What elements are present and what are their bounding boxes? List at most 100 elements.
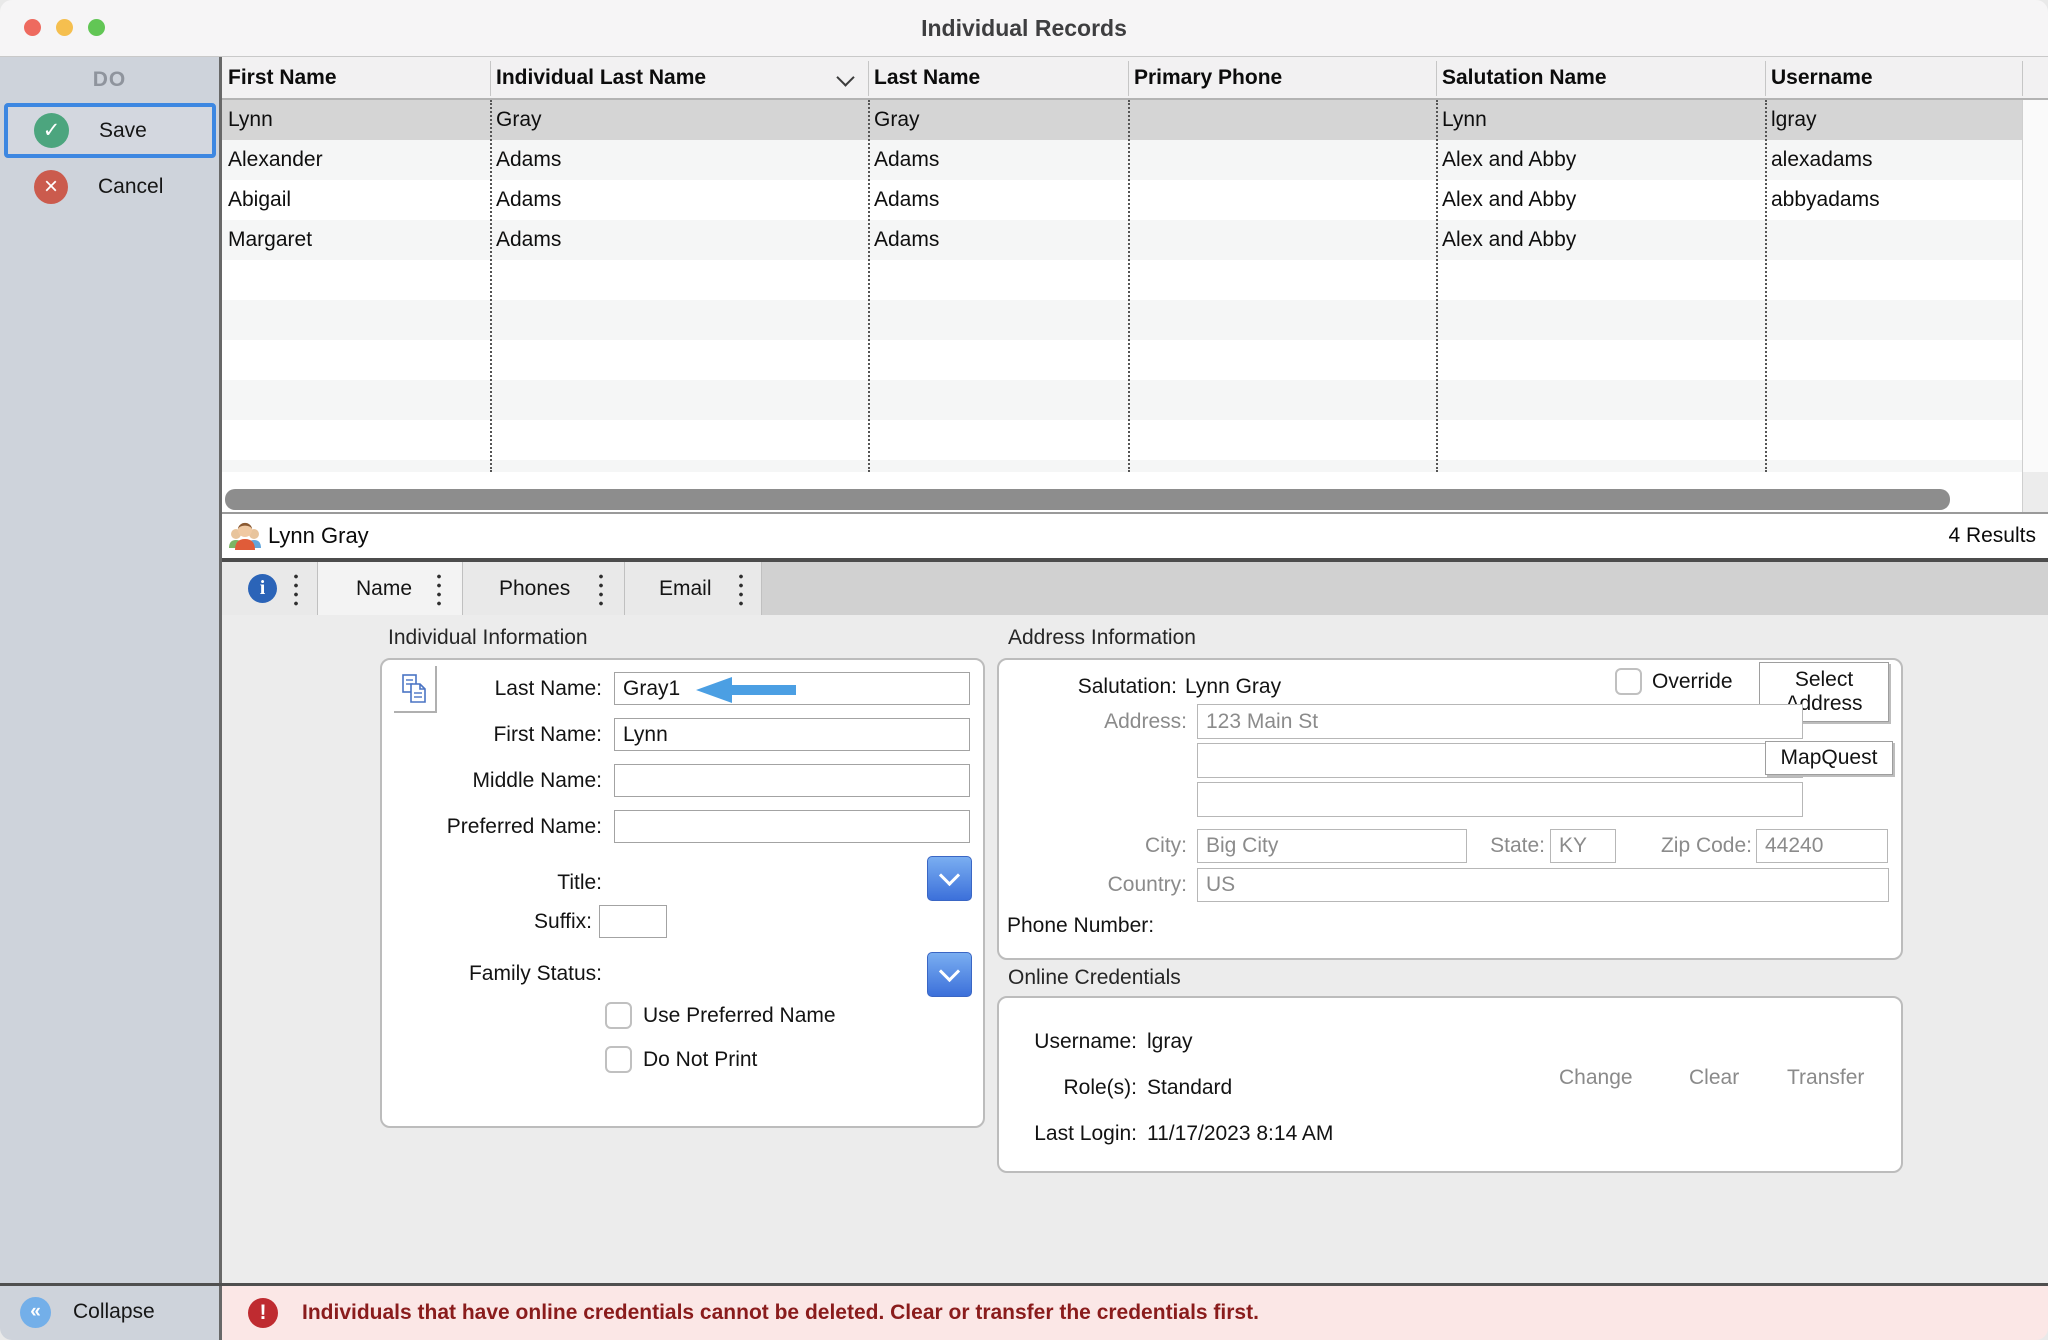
collapse-button-label: Collapse xyxy=(73,1300,155,1324)
roles-label: Role(s): xyxy=(999,1076,1137,1100)
cell-first-name: Lynn xyxy=(228,100,273,140)
preferred-name-label: Preferred Name: xyxy=(392,810,602,843)
vertical-scrollbar-track[interactable] xyxy=(2022,100,2048,472)
tab-email[interactable]: Email xyxy=(625,562,762,615)
empty-row xyxy=(222,420,2022,460)
online-credentials-panel: Username: lgray Role(s): Standard Last L… xyxy=(997,996,1903,1173)
header-separator xyxy=(1765,61,1766,96)
detail-tab-bar: i Name Phones Email xyxy=(222,562,2048,615)
tab-phones[interactable]: Phones xyxy=(463,562,625,615)
cell-last-name: Gray xyxy=(874,100,920,140)
tab-menu-dots-icon[interactable] xyxy=(294,572,298,606)
tab-email-label: Email xyxy=(659,562,712,615)
error-icon: ! xyxy=(248,1298,278,1328)
column-header-salutation-name[interactable]: Salutation Name xyxy=(1442,57,1607,98)
last-name-label: Last Name: xyxy=(392,672,602,705)
column-header-individual-last-name[interactable]: Individual Last Name xyxy=(496,57,706,98)
sidebar-heading: DO xyxy=(0,68,219,92)
tab-name[interactable]: Name xyxy=(318,562,463,615)
table-row-lynn-gray[interactable]: Lynn Gray Gray Lynn lgray xyxy=(222,100,2022,140)
address-line2-input[interactable] xyxy=(1197,743,1803,778)
transfer-button[interactable]: Transfer xyxy=(1787,1066,1864,1090)
tab-menu-dots-icon[interactable] xyxy=(599,572,603,606)
state-input[interactable] xyxy=(1550,829,1616,863)
save-button[interactable]: ✓ Save xyxy=(4,103,216,158)
suffix-input[interactable] xyxy=(599,905,667,938)
first-name-input[interactable] xyxy=(614,718,970,751)
cell-salutation-name: Alex and Abby xyxy=(1442,180,1576,220)
middle-name-input[interactable] xyxy=(614,764,970,797)
salutation-label: Salutation: xyxy=(999,672,1177,702)
online-credentials-title: Online Credentials xyxy=(1008,966,1181,990)
table-body: Lynn Gray Gray Lynn lgray Alexander Adam… xyxy=(222,100,2048,472)
first-name-label: First Name: xyxy=(392,718,602,751)
app-window: Individual Records DO ✓ Save × Cancel « … xyxy=(0,0,2048,1340)
column-separator xyxy=(490,100,492,472)
username-value: lgray xyxy=(1147,1030,1193,1054)
do-not-print-label: Do Not Print xyxy=(643,1046,757,1073)
table-row-abigail-adams[interactable]: Abigail Adams Adams Alex and Abby abbyad… xyxy=(222,180,2022,220)
column-header-first-name[interactable]: First Name xyxy=(228,57,337,98)
cell-salutation-name: Alex and Abby xyxy=(1442,220,1576,260)
do-not-print-checkbox[interactable] xyxy=(605,1046,632,1073)
mapquest-button[interactable]: MapQuest xyxy=(1765,741,1893,775)
override-checkbox[interactable] xyxy=(1615,668,1642,695)
cell-first-name: Alexander xyxy=(228,140,323,180)
change-button[interactable]: Change xyxy=(1559,1066,1633,1090)
collapse-chevrons-icon: « xyxy=(20,1297,51,1328)
save-button-label: Save xyxy=(99,119,147,143)
cell-individual-last-name: Adams xyxy=(496,180,561,220)
empty-row xyxy=(222,380,2022,420)
records-table: First Name Individual Last Name Last Nam… xyxy=(222,57,2048,514)
selected-record-bar: Lynn Gray 4 Results xyxy=(222,514,2048,562)
cell-username: lgray xyxy=(1771,100,1817,140)
detail-content: Individual Information Last Name: First … xyxy=(222,615,2048,1283)
column-header-primary-phone[interactable]: Primary Phone xyxy=(1134,57,1282,98)
individual-information-panel: Last Name: First Name: Middle Name: Pref… xyxy=(380,658,985,1128)
error-message: Individuals that have online credentials… xyxy=(302,1301,1259,1325)
column-separator xyxy=(1765,100,1767,472)
horizontal-scrollbar-track[interactable] xyxy=(222,472,2022,512)
chevron-down-icon xyxy=(939,865,960,886)
family-status-dropdown-button[interactable] xyxy=(927,952,972,997)
header-separator xyxy=(868,61,869,96)
last-login-value: 11/17/2023 8:14 AM xyxy=(1147,1122,1333,1146)
phone-number-label: Phone Number: xyxy=(1007,912,1227,940)
sort-chevron-icon[interactable] xyxy=(836,68,854,86)
username-label: Username: xyxy=(999,1030,1137,1054)
cell-individual-last-name: Adams xyxy=(496,220,561,260)
column-separator xyxy=(1128,100,1130,472)
cell-last-name: Adams xyxy=(874,180,939,220)
column-header-username[interactable]: Username xyxy=(1771,57,1873,98)
cancel-button[interactable]: × Cancel xyxy=(4,165,216,209)
country-label: Country: xyxy=(999,868,1187,902)
country-input[interactable] xyxy=(1197,868,1889,902)
tab-menu-dots-icon[interactable] xyxy=(437,572,441,606)
table-row-margaret-adams[interactable]: Margaret Adams Adams Alex and Abby xyxy=(222,220,2022,260)
title-dropdown-button[interactable] xyxy=(927,856,972,901)
city-input[interactable] xyxy=(1197,829,1467,863)
header-separator xyxy=(1128,61,1129,96)
clear-button[interactable]: Clear xyxy=(1689,1066,1739,1090)
cell-username: abbyadams xyxy=(1771,180,1880,220)
table-row-alexander-adams[interactable]: Alexander Adams Adams Alex and Abby alex… xyxy=(222,140,2022,180)
tab-phones-label: Phones xyxy=(499,562,570,615)
column-header-last-name[interactable]: Last Name xyxy=(874,57,980,98)
info-icon[interactable]: i xyxy=(248,574,277,603)
header-separator xyxy=(490,61,491,96)
address-line3-input[interactable] xyxy=(1197,782,1803,817)
cancel-x-icon: × xyxy=(34,170,68,204)
selected-record-name: Lynn Gray xyxy=(268,514,369,558)
cancel-button-label: Cancel xyxy=(98,175,163,199)
tab-menu-dots-icon[interactable] xyxy=(739,572,743,606)
horizontal-scrollbar-thumb[interactable] xyxy=(225,489,1950,510)
header-separator xyxy=(2022,61,2023,96)
address-line1-input[interactable] xyxy=(1197,704,1803,739)
use-preferred-name-checkbox[interactable] xyxy=(605,1002,632,1029)
empty-row xyxy=(222,300,2022,340)
preferred-name-input[interactable] xyxy=(614,810,970,843)
info-tab[interactable]: i xyxy=(222,562,318,615)
use-preferred-name-label: Use Preferred Name xyxy=(643,1002,836,1029)
collapse-sidebar-button[interactable]: « Collapse xyxy=(0,1286,219,1338)
zip-code-input[interactable] xyxy=(1756,829,1888,863)
